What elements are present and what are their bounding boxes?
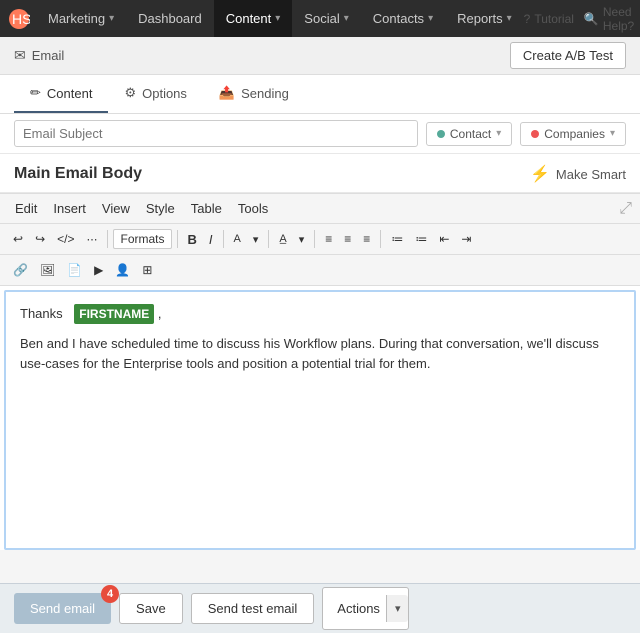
file-button[interactable]: 📄: [62, 258, 87, 282]
tabs-bar: ✏ Content ⚙ Options 📤 Sending: [0, 75, 640, 114]
breadcrumb: ✉ Email: [14, 47, 64, 64]
chevron-down-icon: ▾: [507, 13, 512, 24]
subject-row: Contact ▾ Companies ▾: [0, 114, 640, 154]
menu-style[interactable]: Style: [139, 198, 182, 219]
font-color-button[interactable]: A: [229, 227, 246, 251]
bullet-list-button[interactable]: ≔: [386, 227, 408, 251]
companies-tag-button[interactable]: Companies ▾: [520, 122, 626, 146]
nav-item-dashboard[interactable]: Dashboard: [126, 0, 214, 37]
token-button[interactable]: ⊞: [137, 258, 157, 282]
save-button[interactable]: Save: [119, 593, 183, 624]
image-button[interactable]: 🖼: [35, 258, 60, 282]
email-subject-input[interactable]: [14, 120, 418, 147]
send-email-button[interactable]: Send email 4: [14, 593, 111, 624]
firstname-badge: FIRSTNAME: [74, 304, 154, 324]
nav-item-social[interactable]: Social ▾: [292, 0, 360, 37]
tokens-button[interactable]: ⋯: [81, 227, 102, 251]
menu-edit[interactable]: Edit: [8, 198, 44, 219]
media-button[interactable]: ▶: [89, 258, 108, 282]
tab-options[interactable]: ⚙ Options: [108, 75, 202, 113]
content-thanks-text: Thanks: [20, 306, 63, 321]
editor-toolbar-row2: 🔗 🖼 📄 ▶ 👤 ⊞: [0, 255, 640, 286]
editor-toolbar-row1: ↩ ↪ </> ⋯ Formats B I A ▾ A̲ ▾ ≡ ≡ ≡ ≔ ≔…: [0, 224, 640, 255]
top-nav: HS Marketing ▾ Dashboard Content ▾ Socia…: [0, 0, 640, 37]
sub-header: ✉ Email Create A/B Test: [0, 37, 640, 75]
content-line-2: Ben and I have scheduled time to discuss…: [20, 334, 620, 373]
align-center-button[interactable]: ≡: [339, 227, 356, 251]
contact-dot-icon: [437, 130, 445, 138]
tab-content[interactable]: ✏ Content: [14, 75, 108, 113]
source-button[interactable]: </>: [52, 227, 79, 251]
search-icon: 🔍: [584, 12, 599, 26]
send-test-email-button[interactable]: Send test email: [191, 593, 315, 624]
chevron-down-icon: ▾: [428, 13, 433, 24]
pencil-icon: ✏: [30, 85, 41, 101]
tutorial-link[interactable]: ? Tutorial: [524, 12, 574, 26]
create-ab-test-button[interactable]: Create A/B Test: [510, 42, 626, 69]
send-icon: 📤: [219, 85, 235, 101]
indent-button[interactable]: ⇥: [456, 227, 476, 251]
nav-item-marketing[interactable]: Marketing ▾: [36, 0, 126, 37]
outdent-button[interactable]: ⇤: [434, 227, 454, 251]
content-line-1: Thanks FIRSTNAME ,: [20, 304, 620, 324]
question-icon: ?: [524, 12, 531, 26]
bold-button[interactable]: B: [183, 227, 202, 251]
nav-item-contacts[interactable]: Contacts ▾: [361, 0, 445, 37]
nav-item-reports[interactable]: Reports ▾: [445, 0, 524, 37]
background-color-button[interactable]: A̲: [274, 227, 291, 251]
ordered-list-button[interactable]: ≔: [410, 227, 432, 251]
notification-badge: 4: [101, 585, 119, 603]
chevron-down-icon: ▾: [109, 13, 114, 24]
tab-sending[interactable]: 📤 Sending: [203, 75, 305, 113]
editor-menu-bar: Edit Insert View Style Table Tools ⤢: [0, 194, 640, 224]
contact-tag-button[interactable]: Contact ▾: [426, 122, 512, 146]
chevron-down-icon: ▾: [496, 128, 501, 139]
expand-editor-icon[interactable]: ⤢: [619, 200, 632, 218]
hubspot-logo: HS: [8, 8, 30, 30]
italic-button[interactable]: I: [204, 227, 218, 251]
email-body-header: Main Email Body ⚡ Make Smart: [0, 154, 640, 193]
companies-dot-icon: [531, 130, 539, 138]
email-icon: ✉: [14, 47, 26, 64]
bottom-bar: Send email 4 Save Send test email Action…: [0, 583, 640, 633]
redo-button[interactable]: ↪: [30, 227, 50, 251]
menu-tools[interactable]: Tools: [231, 198, 275, 219]
chevron-down-icon: ▾: [610, 128, 615, 139]
formats-dropdown[interactable]: Formats: [113, 229, 171, 249]
menu-view[interactable]: View: [95, 198, 137, 219]
chevron-down-icon: ▾: [344, 13, 349, 24]
make-smart-button[interactable]: ⚡ Make Smart: [530, 164, 626, 184]
actions-caret-icon[interactable]: ▾: [386, 595, 409, 622]
email-body-title: Main Email Body: [14, 165, 142, 183]
chevron-down-icon: ▾: [275, 13, 280, 24]
align-right-button[interactable]: ≡: [358, 227, 375, 251]
text-highlight-button[interactable]: ▾: [248, 227, 264, 251]
need-help-link[interactable]: 🔍 Need Help?: [584, 5, 634, 33]
gear-icon: ⚙: [124, 85, 136, 101]
person-button[interactable]: 👤: [110, 258, 135, 282]
background-color-caret[interactable]: ▾: [294, 227, 310, 251]
smart-icon: ⚡: [530, 164, 550, 184]
editor-content[interactable]: Thanks FIRSTNAME , Ben and I have schedu…: [4, 290, 636, 550]
actions-button[interactable]: Actions ▾: [322, 587, 409, 630]
menu-insert[interactable]: Insert: [46, 198, 93, 219]
editor-wrapper: Edit Insert View Style Table Tools ⤢ ↩ ↪…: [0, 193, 640, 550]
menu-table[interactable]: Table: [184, 198, 229, 219]
svg-text:HS: HS: [12, 11, 30, 27]
undo-button[interactable]: ↩: [8, 227, 28, 251]
align-left-button[interactable]: ≡: [320, 227, 337, 251]
link-button[interactable]: 🔗: [8, 258, 33, 282]
nav-item-content[interactable]: Content ▾: [214, 0, 293, 37]
